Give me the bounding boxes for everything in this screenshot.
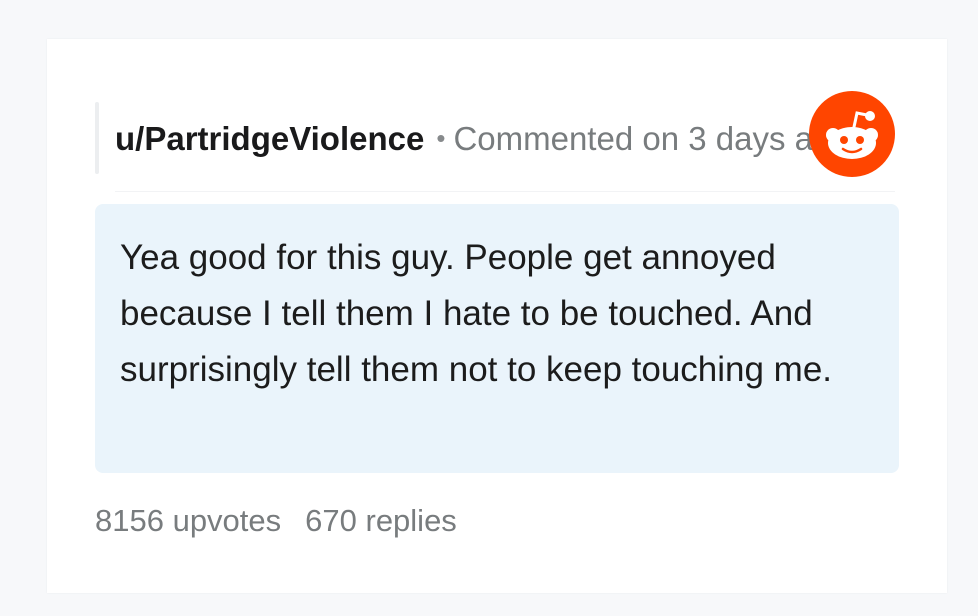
- comment-footer: 8156 upvotes 670 replies: [95, 501, 457, 541]
- header-rule: [95, 102, 99, 174]
- comment-text: Yea good for this guy. People get annoye…: [120, 238, 833, 389]
- comment-meta: Commented on 3 days ago: [453, 120, 850, 157]
- reply-count[interactable]: 670 replies: [305, 503, 457, 538]
- separator-dot: •: [436, 123, 446, 153]
- header-divider: [115, 191, 895, 192]
- comment-card: u/PartridgeViolence • Commented on 3 days …: [47, 39, 947, 593]
- username[interactable]: u/PartridgeViolence: [115, 120, 424, 157]
- comment-header: u/PartridgeViolence • Commented on 3 days …: [115, 117, 893, 161]
- upvote-count[interactable]: 8156 upvotes: [95, 503, 281, 538]
- reddit-icon: [809, 91, 895, 177]
- comment-body: Yea good for this guy. People get annoye…: [95, 204, 899, 473]
